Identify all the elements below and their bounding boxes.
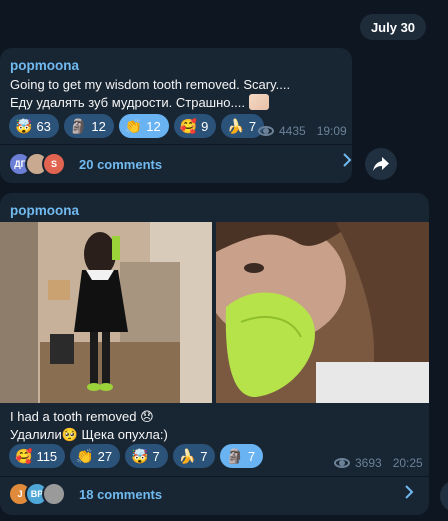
post-photo[interactable]: [0, 222, 212, 403]
post-text-line: Еду удалять зуб мудрости. Страшно....: [10, 94, 269, 112]
reaction-chip[interactable]: 🥰 115: [9, 444, 66, 468]
smiling-hearts-icon: 🥰: [179, 118, 198, 134]
banana-icon: 🍌: [227, 118, 245, 134]
post-time: 19:09: [316, 124, 347, 138]
clap-icon: 👏: [124, 118, 143, 134]
post-meta: 3693 20:25: [334, 456, 423, 470]
share-button[interactable]: [365, 148, 397, 180]
face-selfie-photo: [216, 222, 429, 403]
side-panel-edge[interactable]: [440, 480, 448, 512]
reaction-chip[interactable]: 🤯 63: [9, 114, 59, 138]
avatar: [42, 482, 66, 506]
moai-icon: 🗿: [226, 448, 244, 464]
post-text-line: I had a tooth removed 😞: [10, 409, 154, 424]
mirror-selfie-photo: [0, 222, 212, 403]
chevron-right-icon[interactable]: [342, 152, 352, 173]
post-time: 20:25: [392, 456, 423, 470]
avatar: S: [42, 152, 66, 176]
view-count: 4435: [279, 124, 306, 138]
date-separator: July 30: [360, 14, 426, 40]
reactions-bar: 🤯 63 🗿 12 👏 12 🥰 9 🍌 7: [9, 114, 265, 138]
reaction-chip[interactable]: 👏 27: [70, 444, 121, 468]
share-arrow-icon: [373, 157, 389, 171]
comments-link[interactable]: J BP 18 comments: [8, 482, 162, 506]
eye-icon: [258, 126, 274, 136]
reaction-chip-selected[interactable]: 🗿 7: [220, 444, 264, 468]
post-author[interactable]: popmoona: [10, 203, 79, 218]
chevron-right-icon[interactable]: [404, 484, 414, 505]
reaction-chip[interactable]: 🗿 12: [63, 114, 114, 138]
post-text-line: Going to get my wisdom tooth removed. Sc…: [10, 77, 291, 92]
banana-icon: 🍌: [178, 448, 197, 464]
reactions-bar: 🥰 115 👏 27 🤯 7 🍌 7 🗿 7: [9, 444, 264, 468]
eye-icon: [334, 458, 350, 468]
comments-count: 20 comments: [79, 156, 163, 172]
divider: [0, 476, 429, 477]
reaction-chip[interactable]: 🥰 9: [173, 114, 217, 138]
comments-count: 18 comments: [79, 486, 163, 502]
exploding-head-icon: 🤯: [15, 118, 33, 134]
reaction-chip[interactable]: 🤯 7: [125, 444, 168, 468]
divider: [0, 144, 352, 145]
view-count: 3693: [355, 456, 382, 470]
hand-sticker-icon: [248, 94, 269, 110]
post-author[interactable]: popmoona: [10, 58, 79, 73]
comments-link[interactable]: ДГ S 20 comments: [8, 152, 162, 176]
reaction-chip-selected[interactable]: 👏 12: [118, 114, 169, 138]
reaction-chip[interactable]: 🍌 7: [172, 444, 216, 468]
post-meta: 4435 19:09: [258, 124, 347, 138]
smiling-hearts-icon: 🥰: [15, 448, 33, 464]
post-photo[interactable]: [216, 222, 429, 403]
clap-icon: 👏: [76, 448, 94, 464]
post-text-line: Удалили🥺 Щека опухла:): [10, 427, 168, 442]
channel-post[interactable]: popmoona Going to get my wisdom tooth re…: [0, 48, 352, 183]
moai-icon: 🗿: [69, 118, 88, 134]
exploding-head-icon: 🤯: [131, 448, 149, 464]
